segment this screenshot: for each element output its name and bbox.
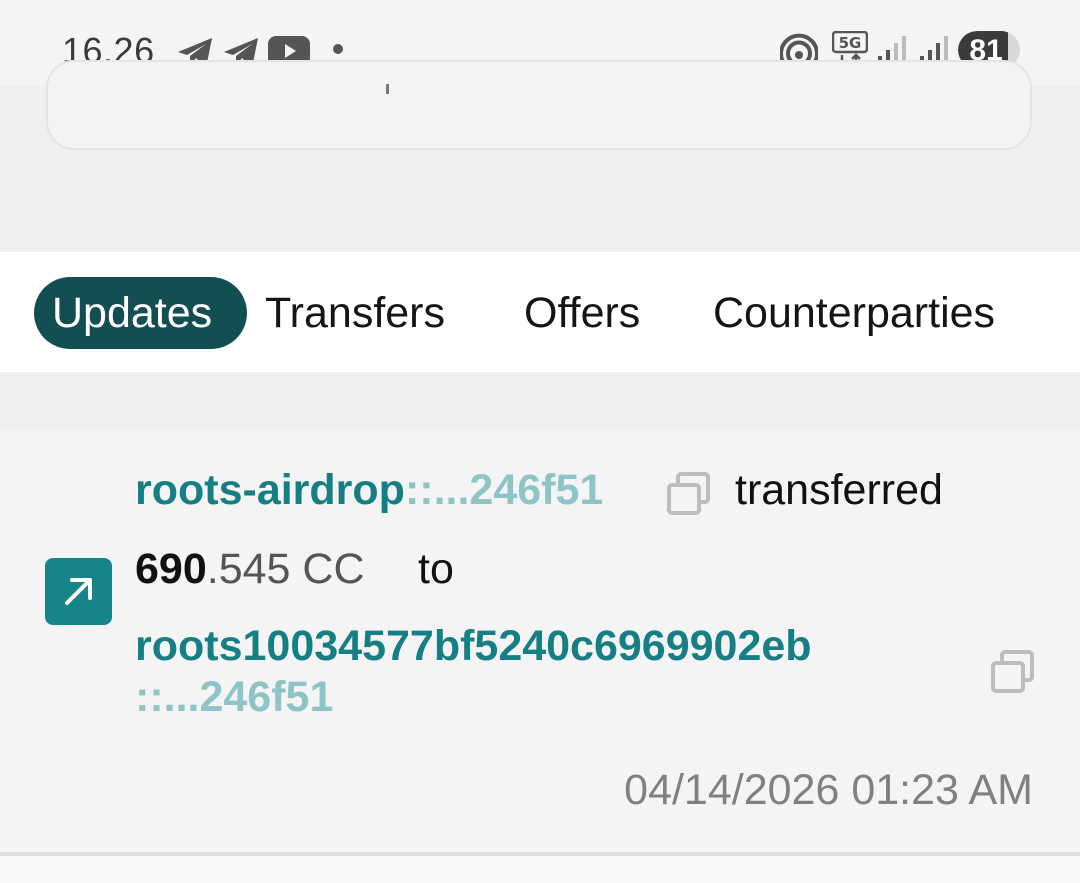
tab-counterparties[interactable]: Counterparties xyxy=(713,277,995,349)
card-text-fragment xyxy=(386,84,389,94)
amount-fraction: .545 CC xyxy=(206,545,365,593)
tab-bar: Updates Transfers Offers Counterparties xyxy=(0,252,1080,372)
update-timestamp: 04/14/2026 01:23 AM xyxy=(624,766,1033,814)
receiver-party-suffix[interactable]: ::...246f51 xyxy=(135,673,333,722)
copy-icon[interactable] xyxy=(990,650,1036,699)
sender-party-link[interactable]: roots-airdrop xyxy=(135,466,405,514)
sender-line: roots-airdrop::...246f51 xyxy=(135,466,603,515)
next-list-item xyxy=(0,856,1080,883)
sender-party-suffix[interactable]: ::...246f51 xyxy=(405,466,603,514)
amount-line: 690.545 CC xyxy=(135,545,365,594)
tab-transfers[interactable]: Transfers xyxy=(265,277,445,349)
outgoing-arrow-icon xyxy=(45,558,112,625)
receiver-party-link[interactable]: roots10034577bf5240c6969902eb xyxy=(135,622,812,671)
notification-dot xyxy=(333,44,343,54)
summary-card xyxy=(46,60,1032,150)
action-verb: transferred xyxy=(735,466,943,514)
copy-icon[interactable] xyxy=(666,472,712,521)
preposition-to: to xyxy=(418,545,454,593)
tab-offers[interactable]: Offers xyxy=(524,277,640,349)
amount-integer: 690 xyxy=(135,545,207,593)
tab-updates[interactable]: Updates xyxy=(34,277,247,349)
svg-text:5G: 5G xyxy=(839,34,862,52)
